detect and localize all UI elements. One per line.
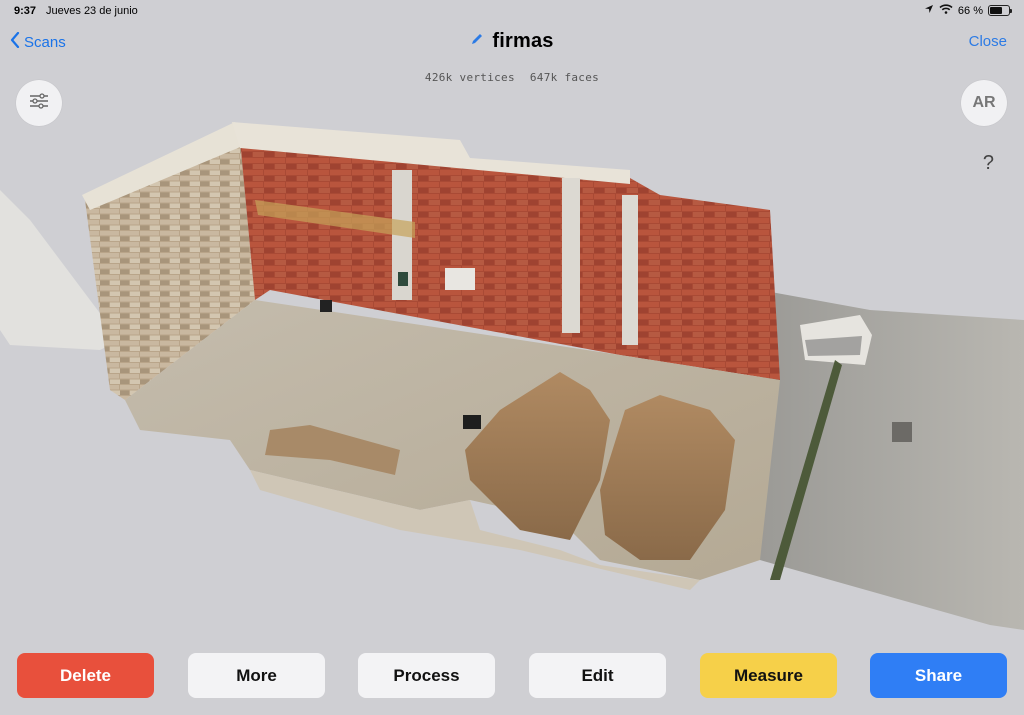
process-button[interactable]: Process: [358, 653, 495, 698]
question-icon[interactable]: ?: [983, 152, 994, 175]
drain-grate: [892, 422, 912, 442]
ar-button[interactable]: AR: [961, 80, 1007, 126]
battery-percent: 66 %: [957, 4, 983, 17]
sliders-icon: [29, 92, 49, 114]
share-button[interactable]: Share: [870, 653, 1007, 698]
battery-icon: [988, 5, 1012, 16]
filter-settings-button[interactable]: [16, 80, 62, 126]
face-count: 647k faces: [529, 71, 600, 84]
status-bar: 9:37 Jueves 23 de junio 66 %: [0, 0, 1024, 22]
pencil-icon[interactable]: [470, 32, 484, 51]
battery-fill: [990, 7, 1002, 14]
title-group[interactable]: firmas: [0, 30, 1024, 53]
vertex-count: 426k vertices: [424, 71, 515, 84]
nav-bar: Scans firmas Close: [0, 28, 1024, 58]
scan-model-view[interactable]: [0, 110, 1024, 640]
bottom-toolbar: Delete More Process Edit Measure Share: [0, 653, 1024, 699]
page-title: firmas: [492, 30, 554, 52]
wall-pillar: [622, 195, 638, 345]
status-time: 9:37: [14, 5, 37, 17]
edit-button[interactable]: Edit: [529, 653, 666, 698]
measure-button[interactable]: Measure: [700, 653, 837, 698]
wall-pillar: [562, 178, 580, 333]
delete-button[interactable]: Delete: [17, 653, 154, 698]
status-date: Jueves 23 de junio: [46, 5, 138, 17]
more-button[interactable]: More: [188, 653, 325, 698]
wifi-icon: [939, 4, 953, 17]
close-button[interactable]: Close: [969, 33, 1007, 50]
location-icon: [924, 4, 934, 17]
mesh-stats: 426k vertices 647k faces: [0, 71, 1024, 84]
street-area: [760, 290, 1024, 630]
status-indicators: 66 %: [924, 4, 1012, 17]
